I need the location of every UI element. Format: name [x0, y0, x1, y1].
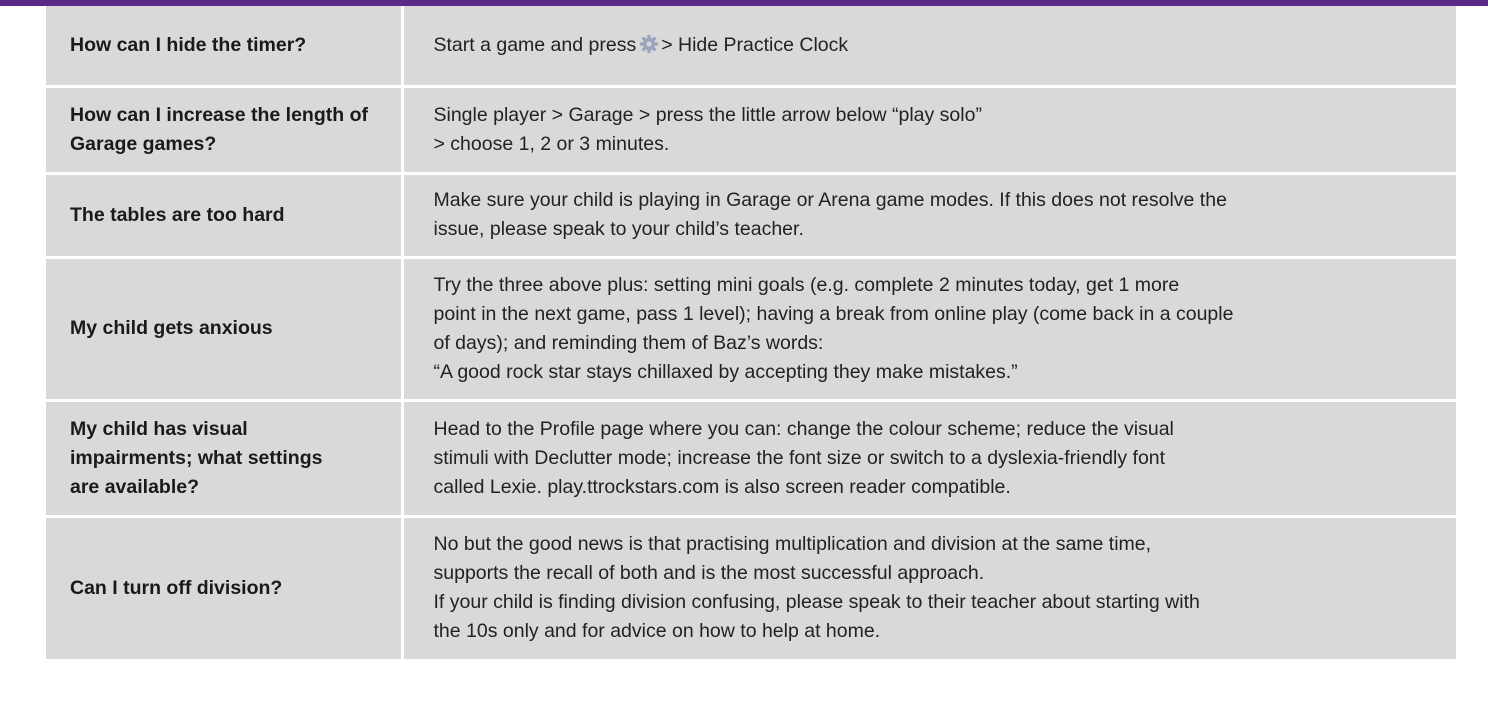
answer-line: called Lexie. play.ttrockstars.com is al…	[433, 475, 1011, 498]
faq-row-child-anxious: My child gets anxious Try the three abov…	[46, 257, 1456, 402]
answer-line: point in the next game, pass 1 level); h…	[433, 302, 1234, 325]
question-line: Can I turn off division?	[70, 576, 283, 599]
faq-answer: Start a game and press > Hide Practice Cl…	[402, 6, 1456, 88]
faq-row-tables-too-hard: The tables are too hard Make sure your c…	[46, 173, 1456, 259]
faq-question: The tables are too hard	[46, 173, 404, 259]
gear-icon	[640, 34, 659, 53]
question-line: impairments; what settings	[70, 446, 323, 469]
faq-answer: Make sure your child is playing in Garag…	[402, 173, 1456, 259]
question-line: How can I increase the length of	[70, 103, 368, 126]
faq-question: How can I increase the length of Garage …	[46, 86, 404, 175]
question-line: Garage games?	[70, 132, 217, 155]
answer-text-after-icon: > Hide Practice Clock	[661, 33, 849, 56]
answer-line: Make sure your child is playing in Garag…	[433, 189, 1227, 211]
answer-line: “A good rock star stays chillaxed by acc…	[433, 360, 1018, 383]
faq-table: How can I hide the timer? Start a game a…	[46, 6, 1456, 662]
answer-text-before-icon: Start a game and press	[433, 33, 637, 56]
faq-question: My child gets anxious	[46, 257, 404, 402]
question-line: My child has visual	[70, 417, 248, 440]
answer-line: > choose 1, 2 or 3 minutes.	[433, 132, 670, 155]
faq-question: Can I turn off division?	[46, 516, 404, 662]
answer-line: Start a game and press > Hide Practice Cl…	[434, 31, 1443, 60]
faq-answer: Head to the Profile page where you can: …	[402, 400, 1456, 518]
question-line: are available?	[70, 475, 199, 498]
faq-page: How can I hide the timer? Start a game a…	[0, 0, 1488, 717]
answer-line: Head to the Profile page where you can: …	[433, 417, 1174, 440]
faq-row-turn-off-division: Can I turn off division? No but the good…	[46, 516, 1456, 662]
faq-answer: No but the good news is that practising …	[402, 516, 1456, 662]
answer-line: If your child is finding division confus…	[433, 591, 1200, 613]
faq-row-garage-length: How can I increase the length of Garage …	[46, 86, 1456, 175]
question-line: How can I hide the timer?	[70, 33, 307, 56]
faq-row-hide-timer: How can I hide the timer? Start a game a…	[46, 6, 1456, 88]
answer-line: the 10s only and for advice on how to he…	[433, 620, 881, 642]
faq-answer: Try the three above plus: setting mini g…	[402, 257, 1456, 402]
answer-line: Try the three above plus: setting mini g…	[433, 273, 1180, 296]
answer-line: issue, please speak to your child’s teac…	[433, 218, 804, 240]
answer-line: supports the recall of both and is the m…	[433, 562, 985, 584]
faq-answer: Single player > Garage > press the littl…	[402, 86, 1456, 175]
question-line: My child gets anxious	[70, 317, 273, 339]
answer-line: stimuli with Declutter mode; increase th…	[433, 446, 1166, 469]
answer-line: of days); and reminding them of Baz’s wo…	[433, 331, 824, 354]
question-line: The tables are too hard	[70, 203, 285, 226]
answer-line: No but the good news is that practising …	[433, 533, 1152, 555]
faq-question: How can I hide the timer?	[46, 6, 404, 88]
answer-line: Single player > Garage > press the littl…	[433, 103, 982, 126]
faq-question: My child has visual impairments; what se…	[46, 400, 404, 518]
faq-row-visual-impairments: My child has visual impairments; what se…	[46, 400, 1456, 518]
